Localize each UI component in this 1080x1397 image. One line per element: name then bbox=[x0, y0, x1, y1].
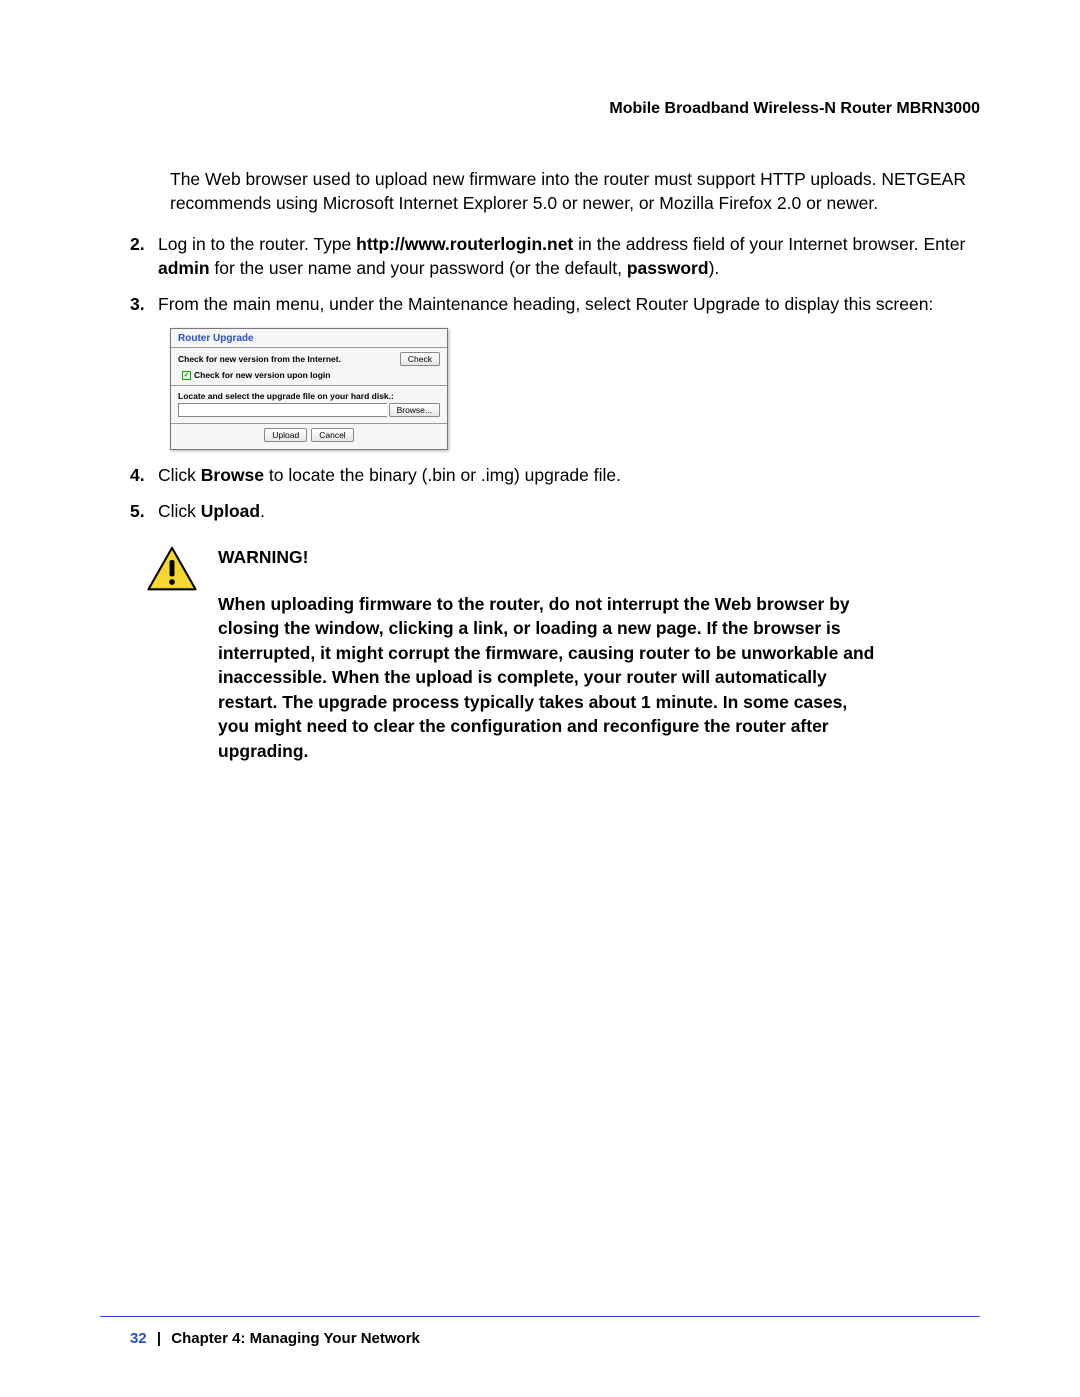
step-text: Click bbox=[158, 501, 201, 521]
password-value: password bbox=[627, 258, 709, 278]
intro-paragraph: The Web browser used to upload new firmw… bbox=[170, 168, 980, 215]
footer-separator: | bbox=[157, 1330, 161, 1347]
router-upgrade-screenshot: Router Upgrade Check for new version fro… bbox=[170, 328, 448, 450]
step-text: ). bbox=[709, 258, 720, 278]
step-text: . bbox=[260, 501, 265, 521]
screenshot-title: Router Upgrade bbox=[171, 329, 447, 347]
footer-rule bbox=[100, 1316, 980, 1317]
warning-triangle-icon bbox=[146, 545, 198, 763]
file-path-input[interactable] bbox=[178, 403, 387, 417]
check-button[interactable]: Check bbox=[400, 352, 440, 366]
step-number: 3. bbox=[130, 293, 158, 317]
step-number: 2. bbox=[130, 233, 158, 280]
step-text: Click bbox=[158, 465, 201, 485]
username-value: admin bbox=[158, 258, 210, 278]
checkbox-login-icon[interactable]: ✓ bbox=[182, 371, 191, 380]
step-text: to locate the binary (.bin or .img) upgr… bbox=[264, 465, 621, 485]
browse-button[interactable]: Browse... bbox=[389, 403, 440, 417]
step-2: 2. Log in to the router. Type http://www… bbox=[130, 233, 980, 280]
chapter-label: Chapter 4: Managing Your Network bbox=[171, 1330, 420, 1347]
upload-button[interactable]: Upload bbox=[264, 428, 307, 442]
cancel-button[interactable]: Cancel bbox=[311, 428, 353, 442]
step-3: 3. From the main menu, under the Mainten… bbox=[130, 293, 980, 317]
step-text: From the main menu, under the Maintenanc… bbox=[158, 293, 980, 317]
step-text: in the address field of your Internet br… bbox=[573, 234, 965, 254]
page-header-title: Mobile Broadband Wireless-N Router MBRN3… bbox=[130, 100, 980, 118]
step-5: 5. Click Upload. bbox=[130, 500, 980, 524]
page-number: 32 bbox=[130, 1330, 147, 1347]
page-footer: 32 | Chapter 4: Managing Your Network bbox=[130, 1330, 420, 1347]
locate-file-label: Locate and select the upgrade file on yo… bbox=[178, 391, 440, 401]
step-text: Log in to the router. Type bbox=[158, 234, 356, 254]
step-number: 4. bbox=[130, 464, 158, 488]
checkbox-login-label: Check for new version upon login bbox=[194, 370, 331, 380]
step-4: 4. Click Browse to locate the binary (.b… bbox=[130, 464, 980, 488]
upload-bold: Upload bbox=[201, 501, 260, 521]
step-text: for the user name and your password (or … bbox=[210, 258, 627, 278]
step-number: 5. bbox=[130, 500, 158, 524]
warning-body: When uploading firmware to the router, d… bbox=[218, 592, 878, 764]
browse-bold: Browse bbox=[201, 465, 264, 485]
check-version-label: Check for new version from the Internet. bbox=[178, 354, 341, 364]
router-url: http://www.routerlogin.net bbox=[356, 234, 573, 254]
warning-heading: WARNING! bbox=[218, 545, 878, 570]
